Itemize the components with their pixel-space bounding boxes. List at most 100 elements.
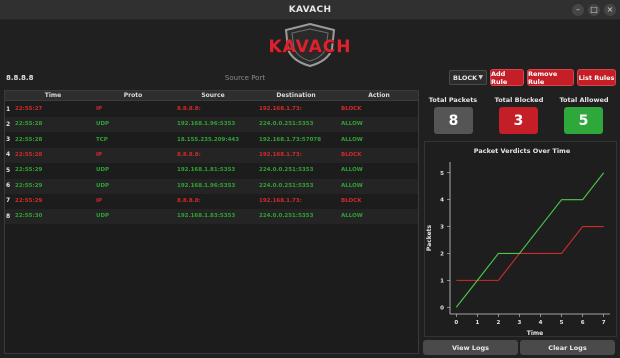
kavach-logo: KAVACH [262, 23, 358, 67]
cell-action: ALLOW [341, 213, 363, 220]
column-header-action[interactable]: Action [339, 92, 419, 99]
cell-action: ALLOW [341, 136, 363, 143]
table-row[interactable]: 6 22:55:29 UDP 192.168.1.96:5353 224.0.0.251… [5, 178, 418, 194]
table-row[interactable]: 5 22:55:29 UDP 192.168.1.81:5353 224.0.0.251… [5, 163, 418, 178]
row-number: 8 [6, 212, 11, 220]
cell-time: 22:55:29 [15, 182, 43, 189]
total-blocked-value: 3 [499, 107, 538, 134]
cell-proto: IP [96, 197, 103, 204]
cell-source: 8.8.8.8: [177, 151, 201, 158]
total-allowed-label: Total Allowed [559, 96, 609, 104]
table-row[interactable]: 1 22:55:27 IP 8.8.8.8: 192.168.1.73: BLOCK [5, 102, 418, 117]
cell-time: 22:55:30 [15, 213, 43, 220]
x-tick-label: 2 [497, 320, 501, 326]
x-tick-label: 1 [475, 320, 479, 326]
x-tick-label: 7 [602, 320, 606, 326]
cell-action: BLOCK [341, 151, 362, 158]
cell-proto: UDP [96, 182, 110, 189]
column-header-time[interactable]: Time [13, 92, 93, 99]
row-number: 2 [6, 120, 11, 128]
cell-destination: 192.168.1.73: [259, 106, 302, 112]
y-tick-label: 1 [440, 278, 444, 284]
view-logs-button[interactable]: View Logs [423, 340, 518, 355]
cell-source: 8.8.8.8: [177, 197, 201, 204]
total-allowed-value: 5 [564, 107, 603, 134]
cell-time: 22:55:28 [15, 121, 43, 128]
action-dropdown[interactable]: BLOCK ▼ [449, 70, 487, 85]
cell-source: 18.155.235.209:443 [177, 136, 240, 143]
source-port-input[interactable] [160, 70, 330, 85]
clear-logs-button[interactable]: Clear Logs [520, 340, 615, 355]
cell-destination: 224.0.0.251:5353 [259, 213, 314, 220]
y-tick-label: 0 [440, 305, 444, 311]
table-row[interactable]: 8 22:55:30 UDP 192.168.1.83:5353 224.0.0.251… [5, 209, 418, 225]
row-number: 7 [6, 197, 11, 205]
series-line-1 [455, 172, 605, 308]
add-rule-button[interactable]: Add Rule [490, 69, 524, 86]
chart-title: Packet Verdicts Over Time [474, 147, 571, 155]
verdict-chart-panel: Packet Verdicts Over Time 0 1 2 3 4 5 6 7 0 1 2 3 4 5 T… [424, 141, 617, 337]
row-number: 5 [6, 166, 11, 174]
cell-source: 192.168.1.96:5353 [177, 121, 236, 128]
remove-rule-button[interactable]: Remove Rule [527, 69, 574, 86]
cell-proto: UDP [96, 213, 110, 220]
table-row[interactable]: 3 22:55:28 TCP 18.155.235.209:443 192.168.1.… [5, 133, 418, 148]
table-header: Time Proto Source Destination Action [5, 91, 418, 101]
total-packets-label: Total Packets [428, 96, 478, 104]
rule-toolbar: BLOCK ▼ Add Rule Remove Rule List Rules [0, 69, 620, 86]
cell-action: BLOCK [341, 106, 362, 112]
minimize-icon[interactable]: – [572, 4, 584, 16]
x-tick-label: 6 [581, 320, 585, 326]
window-title: KAVACH [288, 4, 332, 15]
x-tick-label: 3 [518, 320, 522, 326]
close-icon[interactable]: × [604, 4, 616, 16]
cell-source: 8.8.8.8: [177, 106, 201, 112]
cell-time: 22:55:28 [15, 151, 43, 158]
cell-proto: UDP [96, 121, 110, 128]
packet-log-table: Time Proto Source Destination Action 1 22… [4, 90, 419, 354]
cell-proto: IP [96, 151, 103, 158]
cell-time: 22:55:28 [15, 136, 43, 143]
x-axis-label: Time [527, 330, 543, 337]
verdict-chart: Packet Verdicts Over Time 0 1 2 3 4 5 6 7 0 1 2 3 4 5 T… [426, 147, 610, 337]
x-tick-label: 0 [454, 320, 458, 326]
cell-time: 22:55:27 [15, 106, 43, 112]
row-number: 6 [6, 182, 11, 189]
chevron-down-icon: ▼ [478, 74, 483, 81]
row-number: 1 [6, 105, 11, 113]
cell-action: ALLOW [341, 182, 363, 189]
cell-source: 192.168.1.96:5353 [177, 182, 236, 189]
table-row[interactable]: 2 22:55:28 UDP 192.168.1.96:5353 224.0.0.251… [5, 117, 418, 133]
cell-action: ALLOW [341, 121, 363, 128]
cell-proto: UDP [96, 167, 110, 174]
y-tick-label: 5 [440, 171, 444, 177]
cell-source: 192.168.1.81:5353 [177, 167, 236, 174]
cell-source: 192.168.1.83:5353 [177, 213, 236, 220]
y-tick-label: 2 [440, 251, 444, 257]
cell-destination: 192.168.1.73: [259, 151, 302, 158]
x-tick-label: 5 [560, 320, 564, 326]
column-header-proto[interactable]: Proto [93, 92, 173, 99]
list-rules-button[interactable]: List Rules [577, 69, 616, 86]
total-packets-value: 8 [434, 107, 473, 134]
maximize-icon[interactable]: □ [588, 4, 600, 16]
cell-destination: 224.0.0.251:5353 [259, 121, 314, 128]
cell-time: 22:55:29 [15, 197, 43, 204]
column-header-destination[interactable]: Destination [253, 92, 339, 99]
title-bar: KAVACH – □ × [0, 0, 620, 20]
logo-text: KAVACH [268, 37, 352, 57]
cell-destination: 224.0.0.251:5353 [259, 167, 314, 174]
table-row[interactable]: 7 22:55:29 IP 8.8.8.8: 192.168.1.73: BLOCK [5, 194, 418, 209]
table-row[interactable]: 4 22:55:28 IP 8.8.8.8: 192.168.1.73: BLOCK [5, 147, 418, 163]
y-tick-label: 3 [440, 225, 444, 231]
series-line-0 [456, 226, 604, 281]
cell-action: BLOCK [341, 197, 362, 204]
y-tick-label: 4 [440, 198, 444, 204]
ip-address-input[interactable] [4, 70, 154, 85]
column-header-source[interactable]: Source [173, 92, 253, 99]
cell-action: ALLOW [341, 167, 363, 174]
cell-destination: 224.0.0.251:5353 [259, 182, 314, 189]
action-dropdown-value: BLOCK [453, 74, 478, 82]
logo-area: KAVACH [0, 21, 620, 69]
cell-proto: TCP [96, 136, 108, 143]
